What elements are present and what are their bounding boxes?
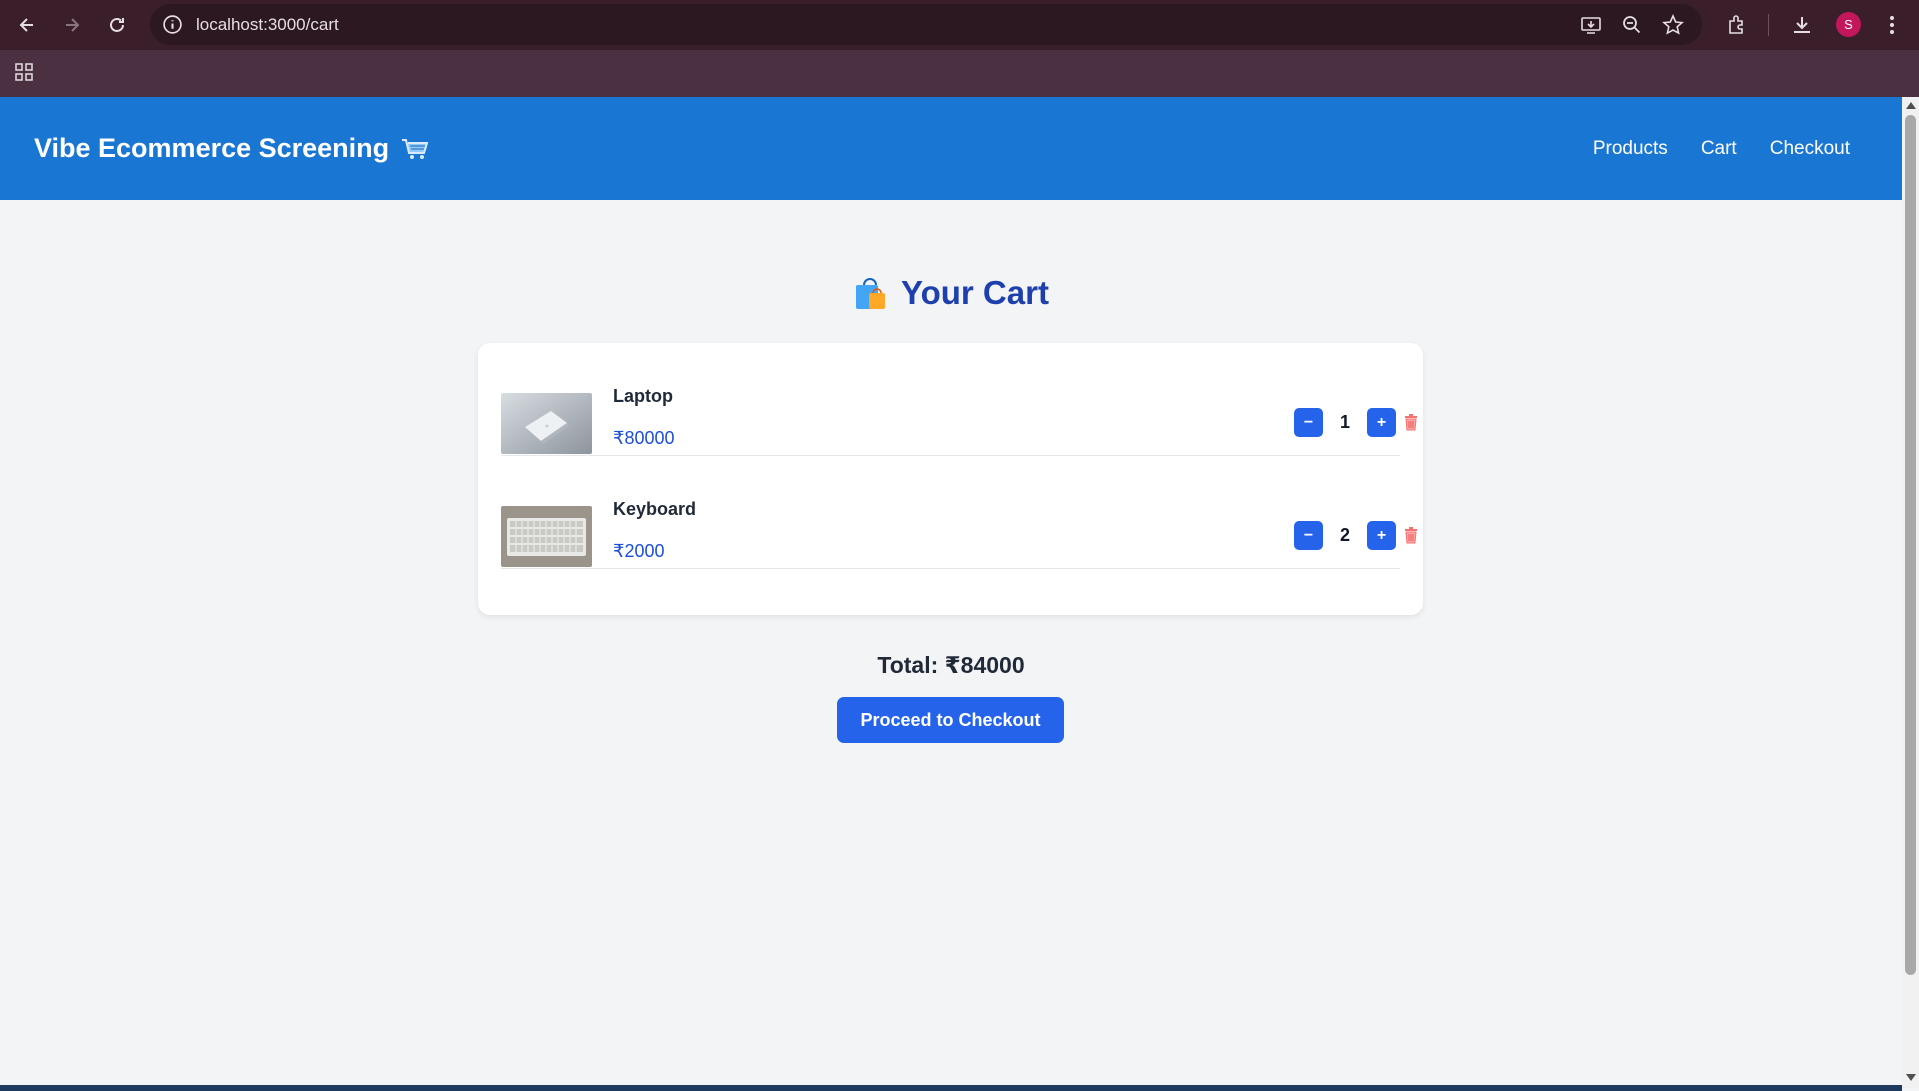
decrease-quantity-button[interactable]: − bbox=[1294, 521, 1323, 550]
cart-items-card: Laptop ₹80000 − 1 + Keyboard ₹2000 − 2 + bbox=[478, 343, 1423, 615]
shopping-bags-icon bbox=[856, 278, 886, 309]
scroll-down-arrow-icon[interactable] bbox=[1906, 1074, 1916, 1081]
site-info-icon[interactable] bbox=[162, 14, 183, 35]
page-title-text: Your Cart bbox=[901, 274, 1049, 311]
arrow-left-icon bbox=[19, 18, 33, 32]
download-icon[interactable] bbox=[1790, 13, 1814, 37]
item-quantity: 1 bbox=[1339, 412, 1350, 432]
scroll-up-arrow-icon[interactable] bbox=[1906, 102, 1916, 109]
brand-title[interactable]: Vibe Ecommerce Screening bbox=[34, 133, 389, 164]
scrollbar-thumb[interactable] bbox=[1905, 115, 1916, 975]
trash-icon[interactable] bbox=[1404, 527, 1418, 544]
increase-quantity-button[interactable]: + bbox=[1367, 408, 1396, 437]
cart-item: Keyboard ₹2000 − 2 + bbox=[501, 456, 1417, 569]
toolbar-divider bbox=[1768, 14, 1769, 36]
url-text[interactable]: localhost:3000/cart bbox=[196, 15, 339, 35]
item-quantity: 2 bbox=[1339, 525, 1350, 545]
item-name: Keyboard bbox=[613, 499, 697, 519]
zoom-icon[interactable] bbox=[1621, 14, 1643, 36]
brand[interactable]: Vibe Ecommerce Screening bbox=[34, 133, 429, 164]
cart-total: Total: ₹84000 bbox=[877, 652, 1025, 678]
nav-cart-link[interactable]: Cart bbox=[1701, 138, 1737, 160]
extensions-icon[interactable] bbox=[1725, 13, 1749, 37]
address-bar[interactable]: localhost:3000/cart bbox=[150, 4, 1702, 45]
shopping-cart-icon bbox=[402, 138, 429, 159]
decrease-quantity-button[interactable]: − bbox=[1294, 408, 1323, 437]
profile-avatar[interactable]: S bbox=[1836, 12, 1861, 37]
main-nav: Products Cart Checkout bbox=[1593, 138, 1850, 160]
increase-quantity-button[interactable]: + bbox=[1367, 521, 1396, 550]
nav-checkout-link[interactable]: Checkout bbox=[1770, 138, 1850, 160]
trash-icon[interactable] bbox=[1404, 414, 1418, 431]
install-app-icon[interactable] bbox=[1580, 14, 1602, 36]
forward-button[interactable] bbox=[57, 10, 87, 40]
app-header: Vibe Ecommerce Screening Products Cart C… bbox=[0, 97, 1902, 200]
item-price: ₹2000 bbox=[613, 541, 665, 561]
browser-toolbar: localhost:3000/cart S bbox=[0, 0, 1919, 50]
cart-item: Laptop ₹80000 − 1 + bbox=[501, 343, 1417, 456]
keyboard-image bbox=[501, 506, 592, 567]
page-title: Your Cart bbox=[0, 274, 1902, 312]
back-button[interactable] bbox=[12, 10, 42, 40]
bookmark-star-icon[interactable] bbox=[1662, 14, 1684, 36]
taskbar-edge bbox=[0, 1085, 1902, 1091]
item-price: ₹80000 bbox=[613, 428, 675, 448]
item-name: Laptop bbox=[613, 386, 673, 406]
laptop-image bbox=[501, 393, 592, 454]
bookmarks-bar bbox=[0, 50, 1919, 97]
arrow-right-icon bbox=[66, 18, 80, 32]
reload-icon bbox=[110, 17, 124, 32]
proceed-to-checkout-button[interactable]: Proceed to Checkout bbox=[837, 697, 1064, 743]
more-menu-icon[interactable] bbox=[1880, 13, 1904, 37]
nav-products-link[interactable]: Products bbox=[1593, 138, 1668, 160]
apps-grid-icon[interactable] bbox=[14, 62, 34, 82]
page-scrollbar[interactable] bbox=[1902, 97, 1919, 1088]
reload-button[interactable] bbox=[102, 10, 132, 40]
